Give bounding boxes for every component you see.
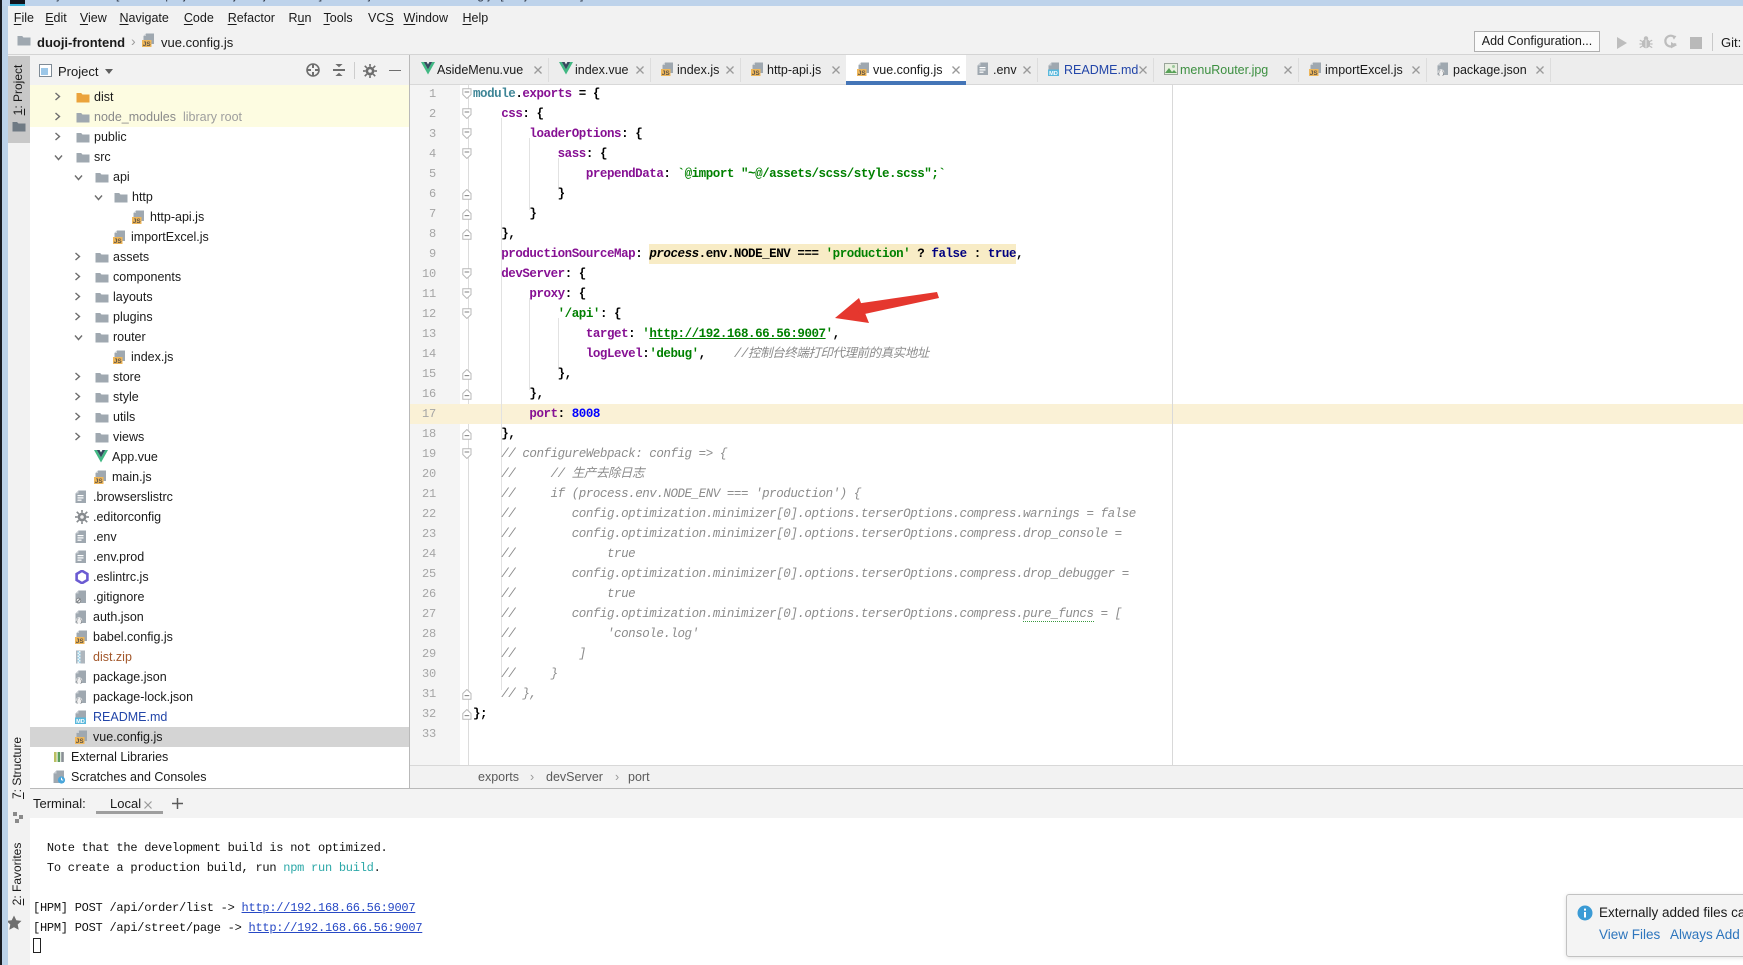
svg-text:JS: JS: [114, 238, 123, 244]
svg-text:JS: JS: [752, 70, 761, 76]
svg-text:MD: MD: [1049, 71, 1058, 76]
svg-text:JS: JS: [133, 218, 142, 224]
svg-text:JS: JS: [95, 478, 104, 484]
svg-text:MD: MD: [76, 719, 85, 724]
svg-text:JS: JS: [858, 70, 867, 76]
svg-text:JS: JS: [143, 41, 152, 47]
svg-text:JS: JS: [76, 638, 85, 644]
svg-text:JS: JS: [76, 738, 85, 744]
svg-text:JS: JS: [114, 358, 123, 364]
svg-text:JS: JS: [1310, 70, 1319, 76]
svg-text:{): {): [1437, 70, 1444, 76]
svg-text:{): {): [75, 618, 82, 624]
svg-text:{): {): [75, 678, 82, 684]
svg-text:JS: JS: [662, 70, 671, 76]
svg-text:{): {): [75, 698, 82, 704]
